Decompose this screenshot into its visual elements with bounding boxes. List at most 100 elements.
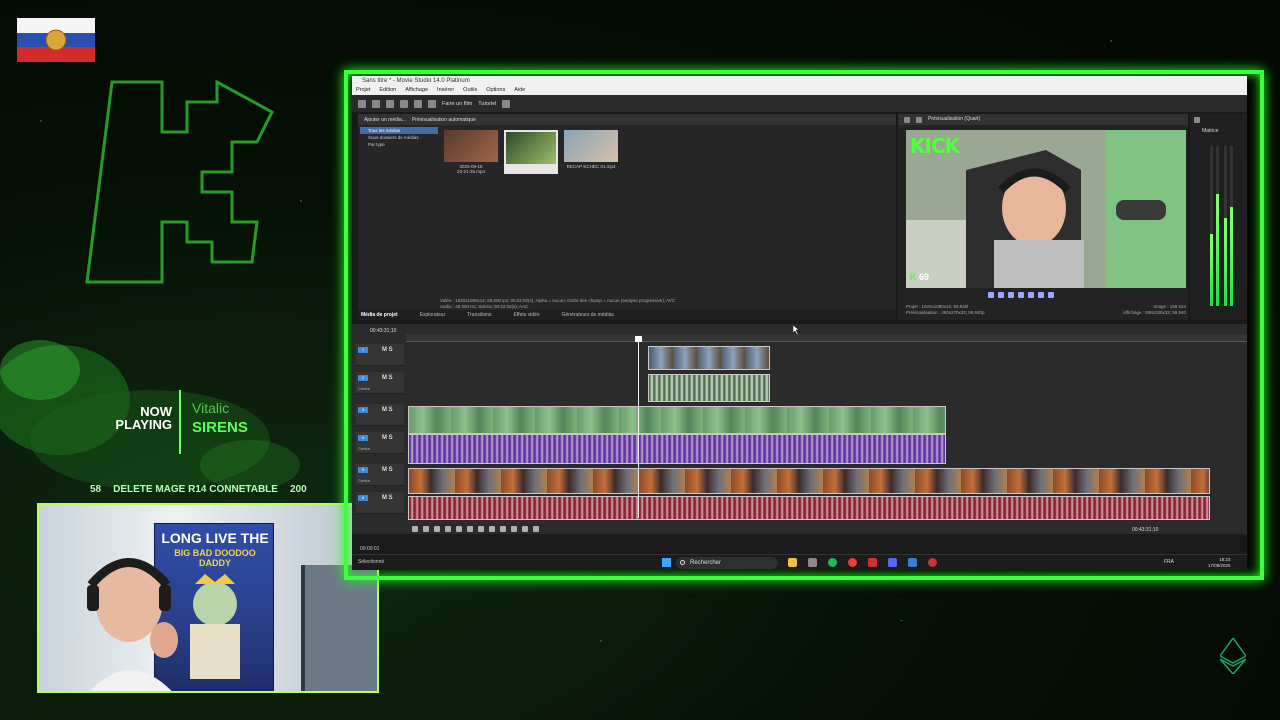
- media-toolbar: Ajouter un média... Prévisualisation aut…: [358, 114, 896, 125]
- background-particle: [300, 200, 302, 202]
- track-mute-solo[interactable]: M S: [382, 495, 393, 501]
- discord-icon[interactable]: [888, 558, 897, 567]
- new-project-icon[interactable]: [358, 99, 366, 108]
- pause-icon[interactable]: [1018, 292, 1024, 298]
- now-playing-track: SIRENS: [192, 419, 248, 436]
- track-pan-label: Centre: [358, 478, 371, 483]
- mixer-meter-fill: [1216, 194, 1219, 306]
- tree-item-subfolders[interactable]: Sous-dossiers de médias: [360, 134, 438, 141]
- timeline-clip-audio[interactable]: [648, 374, 770, 402]
- next-frame-icon[interactable]: [500, 526, 506, 532]
- timeline-clip-video[interactable]: [408, 406, 946, 434]
- open-icon[interactable]: [372, 99, 380, 108]
- next-frame-icon[interactable]: [1048, 292, 1054, 298]
- tab-explorer[interactable]: Explorateur: [420, 310, 446, 320]
- track-mute-solo[interactable]: M S: [382, 347, 393, 353]
- windows-start-icon[interactable]: [662, 558, 671, 567]
- timeline-clip-video[interactable]: [408, 468, 1210, 494]
- menu-projet[interactable]: Projet: [356, 86, 370, 95]
- taskbar-search[interactable]: Rechercher: [676, 557, 778, 569]
- menu-bar: Projet Edition Affichage Insérer Outils …: [352, 86, 1247, 95]
- auto-preview-button[interactable]: Prévisualisation automatique: [412, 117, 476, 123]
- timeline-ruler[interactable]: [406, 334, 1247, 342]
- previous-frame-icon[interactable]: [489, 526, 495, 532]
- track-mute-solo[interactable]: M S: [382, 467, 393, 473]
- track-header-6[interactable]: 6 M S: [356, 492, 404, 514]
- mixer-settings-icon[interactable]: [1194, 117, 1200, 123]
- menu-inserer[interactable]: Insérer: [437, 86, 454, 95]
- project-media-panel: Ajouter un média... Prévisualisation aut…: [358, 114, 896, 320]
- go-to-start-icon[interactable]: [467, 526, 473, 532]
- track-header-5[interactable]: 5 M S Centre: [356, 464, 404, 486]
- video-preview-panel: Prévisualisation (Quart) KICK K 69 Proje…: [898, 114, 1188, 320]
- webcam-frame: LONG LIVE THE BIG BAD DOODOO DADDY: [37, 503, 379, 693]
- loop-icon[interactable]: [412, 526, 418, 532]
- edit-tool-icon[interactable]: [511, 526, 517, 532]
- playhead-line[interactable]: [638, 338, 639, 518]
- chrome-icon[interactable]: [848, 558, 857, 567]
- preview-transport: [988, 292, 1054, 298]
- track-mute-solo[interactable]: M S: [382, 435, 393, 441]
- tab-video-effects[interactable]: Effets vidéo: [514, 310, 540, 320]
- tutorial-button[interactable]: Tutoriel: [478, 101, 496, 107]
- preview-quality-dropdown[interactable]: Prévisualisation (Quart): [928, 114, 980, 125]
- play-icon[interactable]: [1008, 292, 1014, 298]
- menu-outils[interactable]: Outils: [463, 86, 477, 95]
- play-from-start-icon[interactable]: [998, 292, 1004, 298]
- taskbar-app-icon[interactable]: [868, 558, 877, 567]
- redo-icon[interactable]: [428, 99, 436, 108]
- preview-settings-icon[interactable]: [904, 116, 910, 123]
- media-thumb-2[interactable]: [504, 130, 558, 174]
- timeline-clip-video[interactable]: [648, 346, 770, 370]
- add-media-button[interactable]: Ajouter un média...: [364, 117, 406, 123]
- taskbar-app-icon[interactable]: [808, 558, 817, 567]
- zoom-tool-icon[interactable]: [533, 526, 539, 532]
- stop-icon[interactable]: [456, 526, 462, 532]
- file-explorer-icon[interactable]: [788, 558, 797, 567]
- play-icon[interactable]: [434, 526, 440, 532]
- track-header-2[interactable]: 2 M S Centre: [356, 372, 404, 394]
- taskbar-app-icon[interactable]: [928, 558, 937, 567]
- go-to-end-icon[interactable]: [478, 526, 484, 532]
- track-header-3[interactable]: 3 M S: [356, 404, 404, 426]
- tab-media-generators[interactable]: Générateurs de médias: [562, 310, 614, 320]
- play-from-start-icon[interactable]: [423, 526, 429, 532]
- track-mute-solo[interactable]: M S: [382, 375, 393, 381]
- taskbar-app-icon[interactable]: [908, 558, 917, 567]
- track-mute-solo[interactable]: M S: [382, 407, 393, 413]
- previous-frame-icon[interactable]: [1038, 292, 1044, 298]
- stop-icon[interactable]: [1028, 292, 1034, 298]
- tab-transitions[interactable]: Transitions: [467, 310, 491, 320]
- timeline-clip-audio[interactable]: [408, 434, 946, 464]
- save-icon[interactable]: [386, 99, 394, 108]
- undo-icon[interactable]: [414, 99, 422, 108]
- settings-icon[interactable]: [400, 99, 408, 108]
- menu-options[interactable]: Options: [486, 86, 505, 95]
- loop-icon[interactable]: [988, 292, 994, 298]
- pause-icon[interactable]: [445, 526, 451, 532]
- menu-affichage[interactable]: Affichage: [405, 86, 428, 95]
- taskbar-language[interactable]: FRA: [1164, 559, 1174, 565]
- spotify-icon[interactable]: [828, 558, 837, 567]
- media-thumb-3[interactable]: RECAP ECHEC 01.mp4: [564, 130, 618, 174]
- preview-split-icon[interactable]: [916, 116, 922, 123]
- help-icon[interactable]: [502, 99, 511, 108]
- envelope-tool-icon[interactable]: [522, 526, 528, 532]
- taskbar-clock[interactable]: 18:23 17/09/2025: [1208, 557, 1231, 569]
- background-particle: [1110, 40, 1112, 42]
- ethereum-icon: [1220, 638, 1246, 674]
- media-thumb-1[interactable]: 2025-09-16 23-21-35.mp4: [444, 130, 498, 174]
- menu-edition[interactable]: Edition: [379, 86, 396, 95]
- menu-aide[interactable]: Aide: [514, 86, 525, 95]
- timeline-clip-audio[interactable]: [408, 496, 1210, 520]
- track-header-1[interactable]: 1 M S: [356, 344, 404, 366]
- make-movie-button[interactable]: Faire un film: [442, 101, 472, 107]
- tree-item-by-type[interactable]: Par type: [360, 141, 438, 148]
- track-header-4[interactable]: 4 M S Centre: [356, 432, 404, 454]
- timeline-transport: [412, 526, 539, 532]
- tab-project-media[interactable]: Média de projet: [361, 310, 398, 320]
- tree-item-all-media[interactable]: Tous les médias: [360, 127, 438, 134]
- track-headers: 1 M S 2 M S Centre 3 M S 4 M S Centre 5 M S Cent…: [356, 344, 404, 534]
- ticker-message: DELETE MAGE R14 CONNETABLE: [113, 484, 278, 495]
- timeline-timecode: 00:43:31;10: [370, 328, 397, 334]
